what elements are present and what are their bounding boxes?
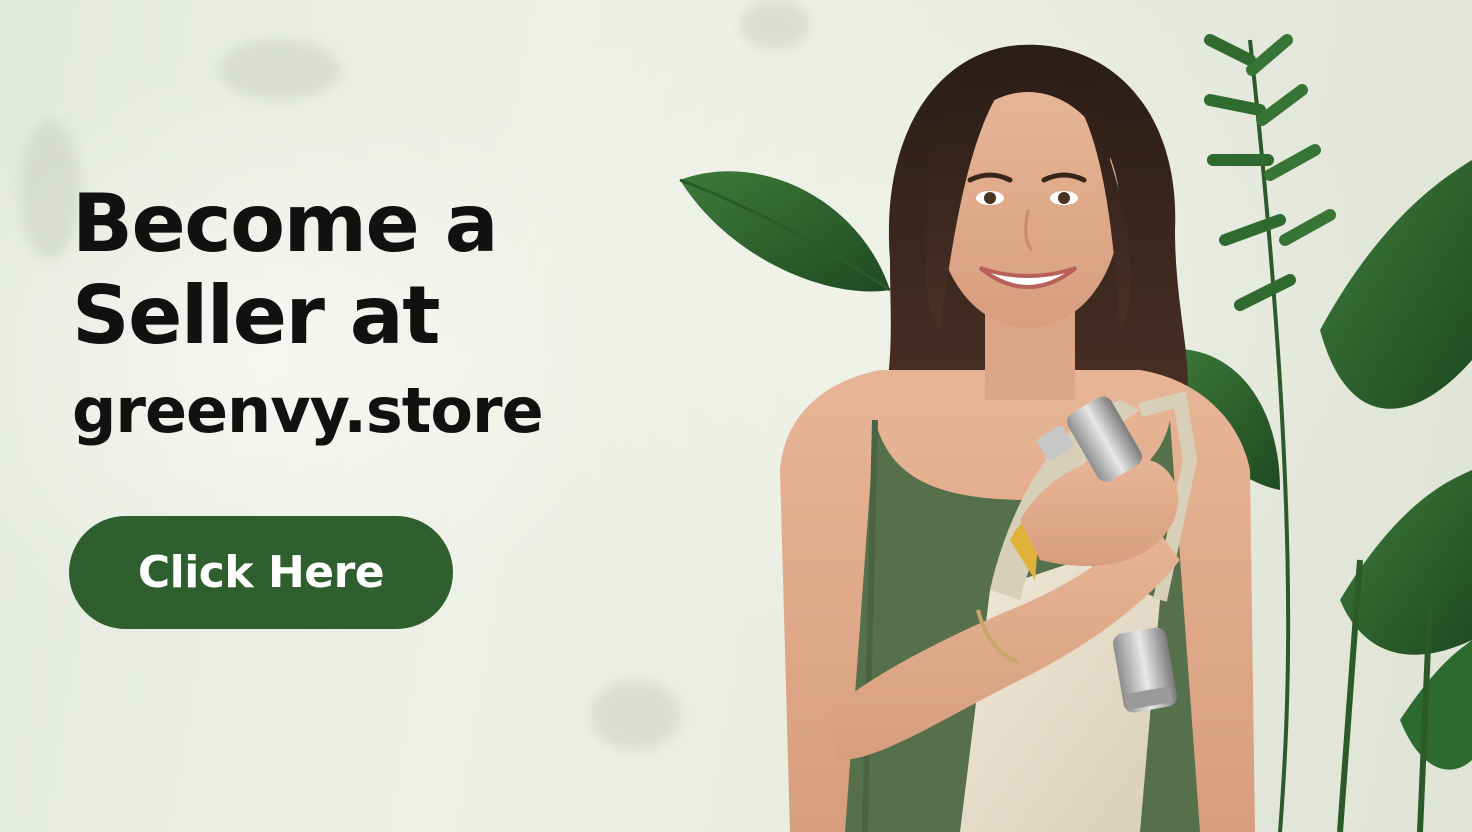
store-domain: greenvy.store xyxy=(72,374,544,447)
hero-photo xyxy=(679,34,1472,832)
headline-line-2: Seller at xyxy=(72,269,441,362)
wall-texture xyxy=(20,120,80,260)
headline: Become a Seller at greenvy.store xyxy=(72,177,544,454)
seller-banner: Become a Seller at greenvy.store Click H… xyxy=(0,0,1472,832)
headline-line-1: Become a xyxy=(72,177,499,270)
click-here-button[interactable]: Click Here xyxy=(69,516,453,629)
wall-texture xyxy=(220,40,340,100)
